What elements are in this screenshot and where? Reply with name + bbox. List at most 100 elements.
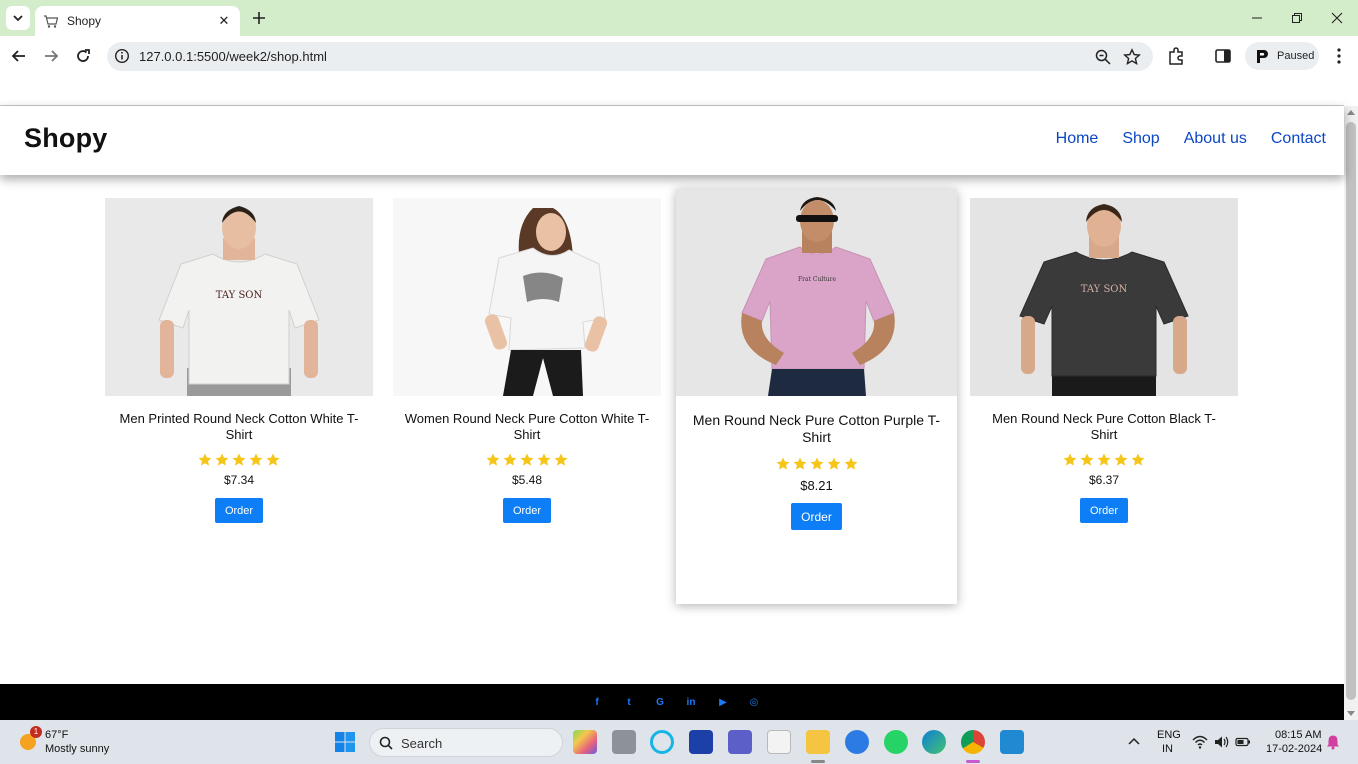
- clock-time[interactable]: 08:15 AM: [1275, 729, 1321, 741]
- back-button[interactable]: [7, 44, 31, 68]
- linkedin-icon[interactable]: in: [685, 697, 697, 709]
- site-logo[interactable]: Shopy: [24, 123, 108, 154]
- minimize-icon: [1252, 17, 1262, 19]
- widgets-app-icon[interactable]: [573, 730, 597, 754]
- clock-date[interactable]: 17-02-2024: [1266, 743, 1322, 755]
- close-window-button[interactable]: [1325, 6, 1349, 30]
- star-icon: [793, 457, 806, 470]
- site-nav: Home Shop About us Contact: [1056, 130, 1326, 148]
- product-image[interactable]: TAY SON: [970, 198, 1238, 396]
- svg-text:Frat Culture: Frat Culture: [798, 276, 836, 283]
- star-icon: [266, 453, 280, 466]
- windows-taskbar: 1 67°F Mostly sunny Search ENG IN 08:15 …: [0, 720, 1358, 764]
- scroll-up-arrow-icon[interactable]: [1347, 110, 1355, 115]
- product-card: TAY SON Men Printed Round Neck Cotton Wh…: [105, 198, 373, 528]
- zoom-icon[interactable]: [1094, 48, 1112, 66]
- product-image[interactable]: [393, 198, 661, 396]
- file-explorer-icon[interactable]: [806, 730, 830, 754]
- page-scrollbar[interactable]: [1344, 106, 1358, 720]
- minimize-button[interactable]: [1245, 6, 1269, 30]
- product-card: TAY SON Men Round Neck Pure Cotton Black…: [970, 198, 1238, 528]
- product-image[interactable]: TAY SON: [105, 198, 373, 396]
- instagram-icon[interactable]: ◎: [748, 697, 760, 709]
- product-rating: [676, 457, 957, 471]
- browser-tab[interactable]: Shopy ✕: [35, 6, 240, 36]
- side-panel-icon[interactable]: [1213, 46, 1233, 66]
- star-icon: [1063, 453, 1077, 466]
- vscode-icon[interactable]: [1000, 730, 1024, 754]
- sync-app-icon[interactable]: [845, 730, 869, 754]
- order-button[interactable]: Order: [1080, 498, 1128, 523]
- nav-home[interactable]: Home: [1056, 130, 1099, 148]
- nav-contact[interactable]: Contact: [1271, 130, 1326, 148]
- new-tab-button[interactable]: [249, 8, 269, 28]
- cortana-icon[interactable]: [650, 730, 674, 754]
- scroll-thumb[interactable]: [1346, 122, 1356, 700]
- edge-icon[interactable]: [922, 730, 946, 754]
- weather-desc[interactable]: Mostly sunny: [45, 743, 109, 755]
- search-label: Search: [401, 736, 443, 751]
- task-view-icon[interactable]: [612, 730, 636, 754]
- order-button[interactable]: Order: [503, 498, 551, 523]
- forward-button[interactable]: [39, 44, 63, 68]
- star-icon: [486, 453, 500, 466]
- star-icon: [198, 453, 212, 466]
- extensions-icon[interactable]: [1166, 46, 1186, 66]
- site-info-icon[interactable]: [114, 48, 130, 64]
- store-icon[interactable]: [767, 730, 791, 754]
- google-icon[interactable]: G: [654, 697, 666, 709]
- restore-icon: [1292, 13, 1302, 23]
- restore-button[interactable]: [1285, 6, 1309, 30]
- notification-bell-icon[interactable]: [1326, 734, 1340, 750]
- nav-shop[interactable]: Shop: [1122, 130, 1159, 148]
- url-text[interactable]: 127.0.0.1:5500/week2/shop.html: [139, 49, 327, 64]
- address-bar[interactable]: 127.0.0.1:5500/week2/shop.html: [107, 42, 1153, 71]
- teams-icon[interactable]: [728, 730, 752, 754]
- product-price: $5.48: [511, 473, 543, 487]
- close-tab-icon[interactable]: ✕: [216, 13, 232, 29]
- tab-search-button[interactable]: [6, 6, 30, 30]
- order-button[interactable]: Order: [791, 503, 842, 530]
- reload-button[interactable]: [71, 44, 95, 68]
- svg-text:TAY SON: TAY SON: [1081, 284, 1128, 295]
- product-name: Men Printed Round Neck Cotton White T-Sh…: [119, 411, 359, 442]
- star-icon: [844, 457, 857, 470]
- chrome-icon[interactable]: [961, 730, 985, 754]
- reload-icon: [77, 49, 90, 62]
- star-icon: [1097, 453, 1111, 466]
- tab-title: Shopy: [67, 14, 102, 28]
- product-rating: [105, 453, 373, 467]
- chevron-up-icon[interactable]: [1127, 735, 1141, 749]
- wifi-icon[interactable]: [1192, 734, 1208, 750]
- volume-icon[interactable]: [1213, 734, 1229, 750]
- nav-about-us[interactable]: About us: [1184, 130, 1247, 148]
- arrow-left-icon: [11, 50, 25, 62]
- windows-start-icon[interactable]: [334, 731, 356, 753]
- product-price: $6.37: [1088, 473, 1120, 487]
- app-running-indicator: [966, 760, 980, 763]
- product-name: Men Round Neck Pure Cotton Black T-Shirt: [992, 411, 1216, 442]
- close-icon: [1331, 12, 1343, 24]
- more-menu-icon[interactable]: [1329, 46, 1349, 66]
- scroll-down-arrow-icon[interactable]: [1347, 711, 1355, 716]
- language-indicator[interactable]: ENG: [1157, 729, 1181, 741]
- arrow-right-icon: [45, 50, 59, 62]
- youtube-icon[interactable]: ▶: [717, 697, 729, 709]
- star-bookmark-icon[interactable]: [1123, 48, 1141, 66]
- weather-temp[interactable]: 67°F: [45, 729, 68, 741]
- battery-icon[interactable]: [1235, 734, 1251, 750]
- weather-notification-badge: 1: [30, 726, 42, 738]
- product-image[interactable]: Frat Culture: [676, 189, 957, 396]
- order-button[interactable]: Order: [215, 498, 263, 523]
- launcher-app-icon[interactable]: [689, 730, 713, 754]
- star-icon: [1131, 453, 1145, 466]
- twitter-icon[interactable]: t: [623, 697, 635, 709]
- profile-button[interactable]: Paused: [1245, 42, 1319, 70]
- facebook-icon[interactable]: f: [591, 697, 603, 709]
- language-region[interactable]: IN: [1162, 743, 1173, 755]
- whatsapp-icon[interactable]: [884, 730, 908, 754]
- taskbar-search[interactable]: Search: [369, 728, 563, 757]
- product-price: $7.34: [223, 473, 255, 487]
- svg-text:TAY SON: TAY SON: [216, 290, 263, 301]
- star-icon: [810, 457, 823, 470]
